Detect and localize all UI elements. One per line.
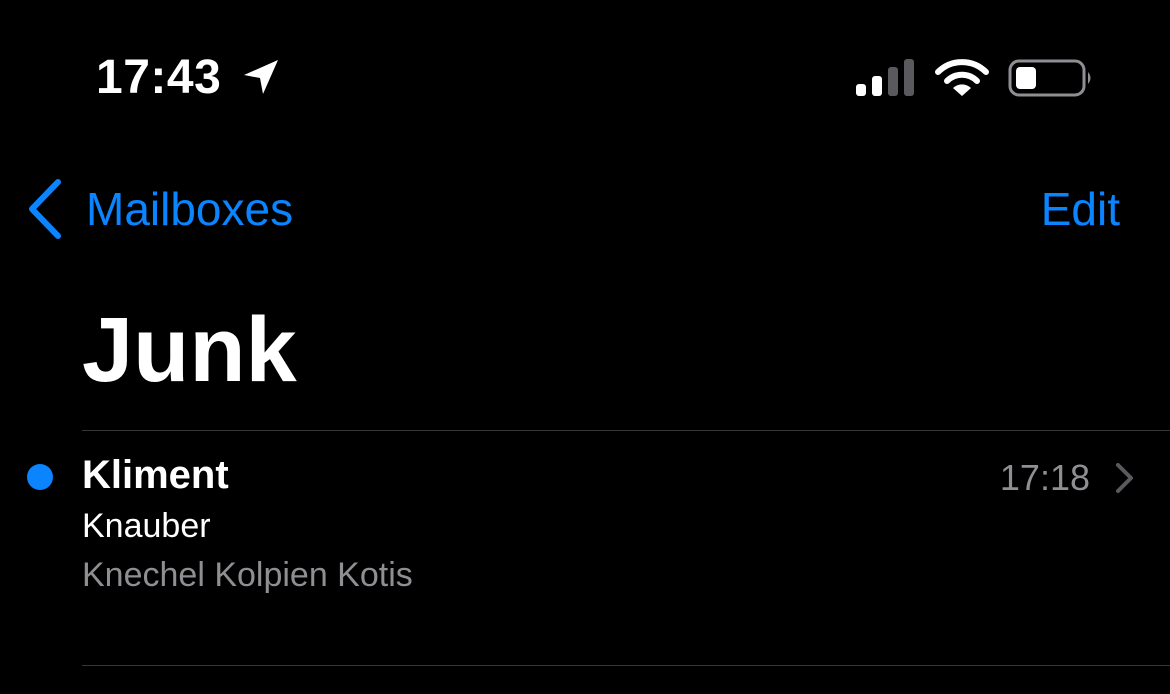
location-arrow-icon (244, 60, 278, 94)
chevron-left-icon (29, 179, 61, 239)
navigation-bar: Mailboxes Edit (0, 170, 1170, 250)
status-time: 17:43 (96, 51, 222, 104)
message-time: 17:18 (999, 457, 1090, 498)
edit-button[interactable]: Edit (1041, 174, 1120, 244)
message-row[interactable]: Kliment 17:18 Knauber Knechel Kolpien Ko… (0, 431, 1170, 665)
message-subject: Knauber (82, 507, 211, 545)
message-preview: Knechel Kolpien Kotis (82, 556, 413, 594)
row-divider (82, 665, 1170, 666)
cellular-signal-icon (856, 59, 914, 96)
message-sender: Kliment (82, 453, 229, 497)
status-bar: 17:43 (0, 0, 1170, 150)
unread-indicator (27, 464, 53, 490)
wifi-icon (935, 59, 989, 96)
page-title: Junk (82, 299, 297, 401)
back-button-label: Mailboxes (86, 183, 294, 235)
battery-icon (1008, 59, 1091, 97)
back-button[interactable]: Mailboxes (26, 174, 293, 244)
chevron-right-icon (1116, 463, 1133, 493)
